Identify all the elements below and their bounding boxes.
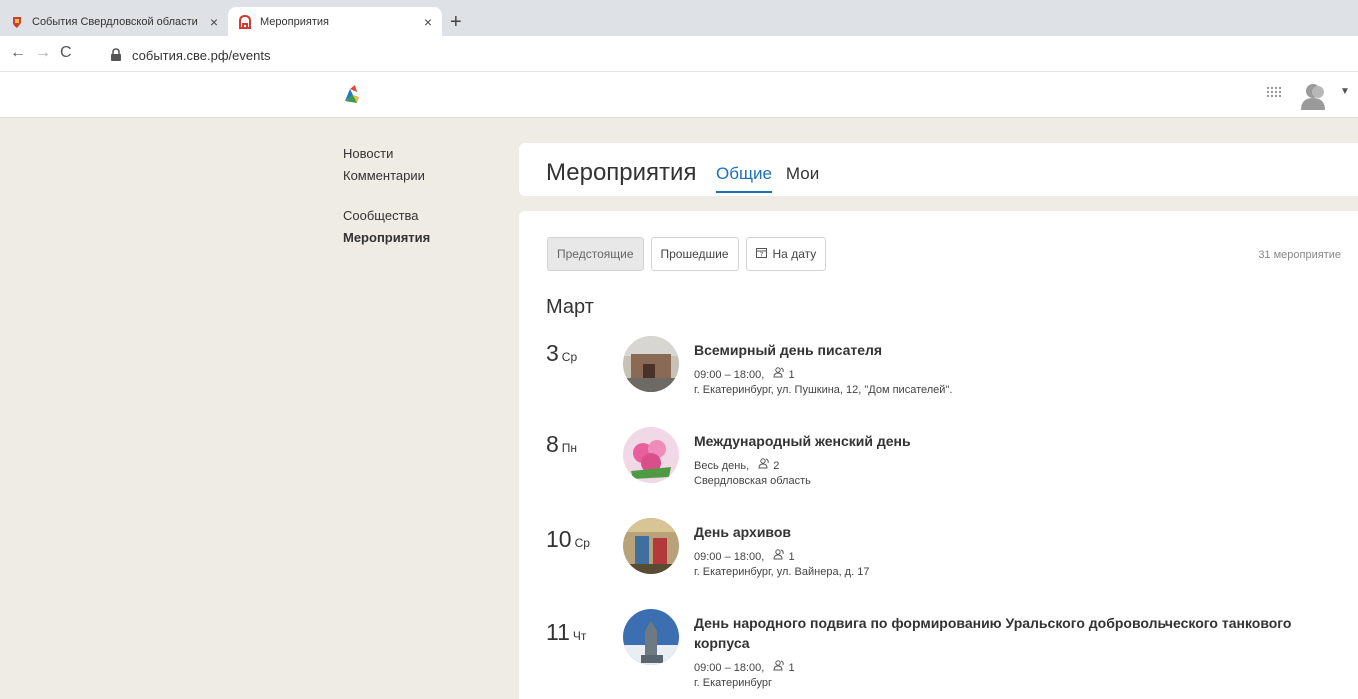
browser-tab-bar: События Свердловской области × Мероприят… — [0, 0, 1358, 36]
event-time: 09:00 – 18:00, — [694, 662, 765, 674]
svg-text:7: 7 — [759, 252, 763, 259]
event-thumbnail[interactable] — [623, 609, 679, 665]
event-thumbnail[interactable] — [623, 336, 679, 392]
upcoming-filter-button[interactable]: Предстоящие — [547, 237, 644, 271]
event-title[interactable]: Международный женский день — [694, 431, 1344, 451]
participants-count: 1 — [788, 369, 795, 381]
back-arrow-icon[interactable]: ← — [10, 44, 26, 62]
event-filters: Предстоящие Прошедшие 7 На дату — [547, 237, 827, 271]
month-heading: Март — [546, 296, 594, 318]
event-meta: 09:00 – 18:00, 1 г. Екатеринбург, ул. Ва… — [694, 549, 869, 580]
event-meta: 09:00 – 18:00, 1 г. Екатеринбург — [694, 660, 795, 691]
participants-icon — [773, 367, 788, 381]
event-title[interactable]: Всемирный день писателя — [694, 340, 1344, 360]
page-tabs: Общие Мои — [716, 164, 819, 193]
events-list-card: Предстоящие Прошедшие 7 На дату 31 мероп… — [519, 211, 1358, 699]
tab-mine[interactable]: Мои — [786, 164, 819, 193]
by-date-label: На дату — [772, 247, 817, 261]
event-place: г. Екатеринбург, ул. Вайнера, д. 17 — [694, 566, 870, 578]
events-count: 31 мероприятие — [1258, 249, 1341, 261]
user-avatar[interactable] — [1298, 80, 1328, 110]
tab-close-icon[interactable]: × — [424, 14, 432, 30]
chevron-down-icon[interactable]: ▼ — [1340, 86, 1350, 97]
event-thumbnail[interactable] — [623, 427, 679, 483]
tab-close-icon[interactable]: × — [210, 14, 218, 30]
url-text: события.све.рф/events — [132, 47, 271, 63]
lock-icon — [110, 48, 122, 62]
event-place: Свердловская область — [694, 475, 811, 487]
reload-icon[interactable]: C — [60, 44, 72, 62]
nav-item-events[interactable]: Мероприятия — [343, 230, 430, 245]
event-meta: 09:00 – 18:00, 1 г. Екатеринбург, ул. Пу… — [694, 367, 952, 398]
event-meta: Весь день, 2 Свердловская область — [694, 458, 811, 489]
url-field[interactable]: события.све.рф/events — [110, 44, 270, 66]
event-date: 8 Пн — [546, 431, 578, 457]
site-logo[interactable] — [341, 83, 363, 105]
participants-count: 2 — [773, 460, 780, 472]
event-thumbnail[interactable] — [623, 518, 679, 574]
event-date: 11 Чт — [546, 619, 587, 645]
page-title-card: Мероприятия Общие Мои — [519, 143, 1358, 196]
event-time: 09:00 – 18:00, — [694, 369, 765, 381]
coat-of-arms-icon — [10, 15, 24, 29]
tab-title: События Свердловской области — [32, 15, 198, 28]
event-place: г. Екатеринбург — [694, 677, 772, 689]
site-header: ▼ — [0, 72, 1358, 118]
event-date: 3 Ср — [546, 340, 578, 366]
calendar-icon: 7 — [755, 247, 767, 261]
browser-tab-events-region[interactable]: События Свердловской области × — [0, 7, 228, 36]
event-time: Весь день, — [694, 460, 750, 472]
left-navigation: Новости Комментарии Сообщества Мероприят… — [343, 146, 430, 252]
apps-grid-icon[interactable] — [1266, 86, 1282, 107]
event-date: 10 Ср — [546, 526, 590, 552]
event-title[interactable]: День народного подвига по формированию У… — [694, 613, 1344, 653]
event-title[interactable]: День архивов — [694, 522, 1344, 542]
event-place: г. Екатеринбург, ул. Пушкина, 12, "Дом п… — [694, 384, 953, 396]
nav-item-comments[interactable]: Комментарии — [343, 168, 430, 183]
participants-icon — [758, 458, 773, 472]
tab-general[interactable]: Общие — [716, 164, 772, 193]
event-time: 09:00 – 18:00, — [694, 551, 765, 563]
forward-arrow-icon[interactable]: → — [35, 44, 51, 62]
page-title: Мероприятия — [546, 159, 697, 186]
nav-item-news[interactable]: Новости — [343, 146, 430, 161]
address-bar: ← → C события.све.рф/events — [0, 36, 1358, 72]
nav-item-communities[interactable]: Сообщества — [343, 208, 430, 223]
participants-count: 1 — [788, 551, 795, 563]
tab-title: Мероприятия — [260, 15, 329, 28]
participants-icon — [773, 549, 788, 563]
participants-count: 1 — [788, 662, 795, 674]
participants-icon — [773, 660, 788, 674]
browser-tab-events[interactable]: Мероприятия × — [228, 7, 442, 36]
new-tab-button[interactable]: + — [450, 12, 462, 32]
people-icon — [238, 14, 252, 29]
past-filter-button[interactable]: Прошедшие — [650, 237, 739, 271]
by-date-filter-button[interactable]: 7 На дату — [745, 237, 827, 271]
